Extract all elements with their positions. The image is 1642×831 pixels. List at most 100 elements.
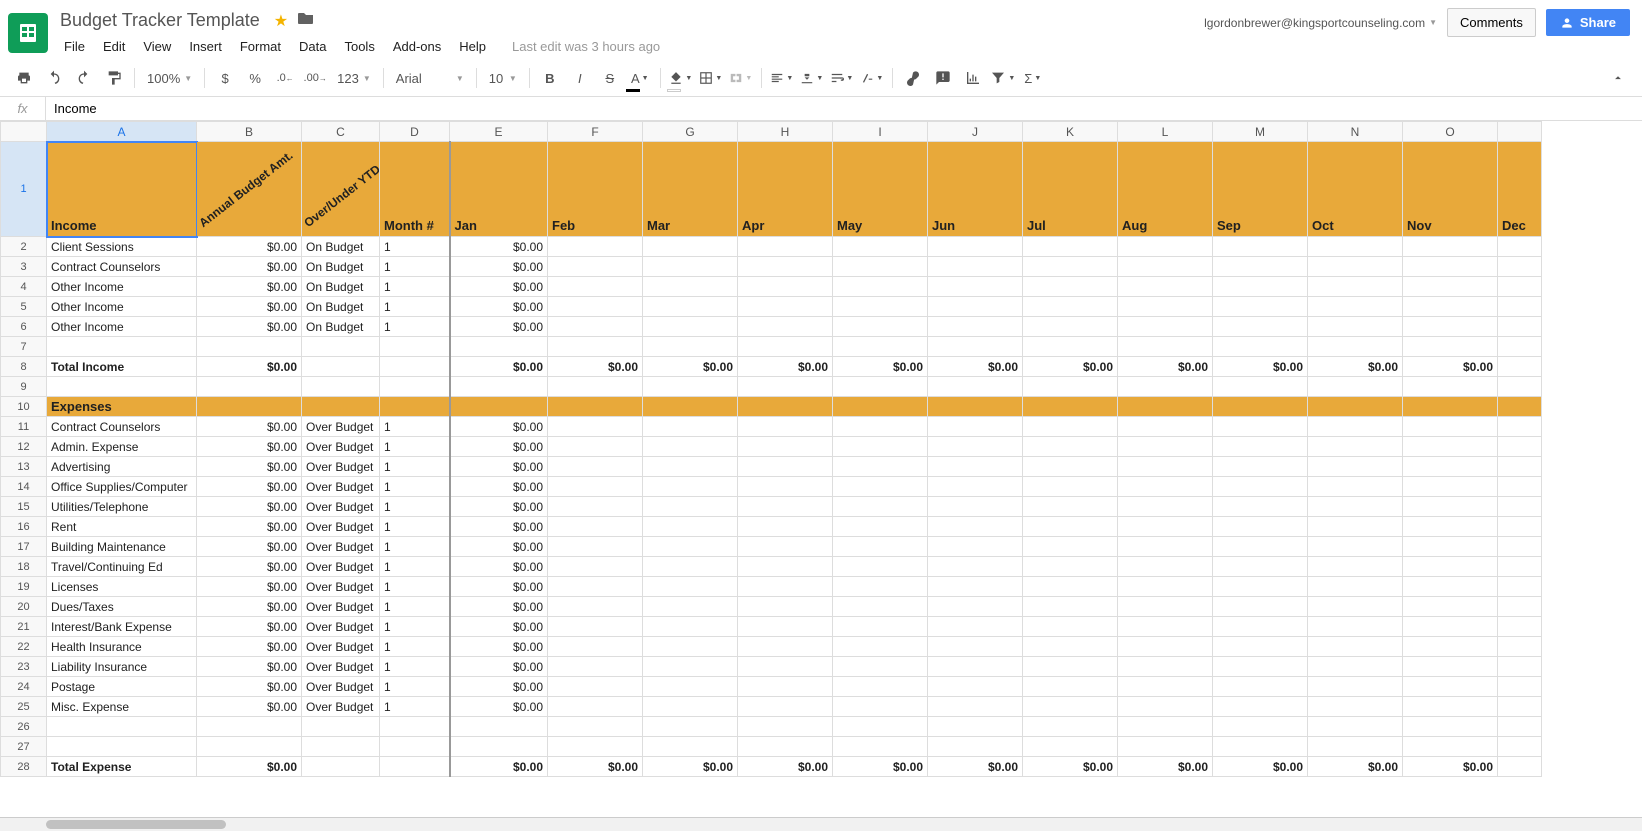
cell-B19[interactable]: $0.00 bbox=[197, 577, 302, 597]
cell-A13[interactable]: Advertising bbox=[47, 457, 197, 477]
cell-F23[interactable] bbox=[548, 657, 643, 677]
cell-J13[interactable] bbox=[928, 457, 1023, 477]
cell-I26[interactable] bbox=[833, 717, 928, 737]
cell-B4[interactable]: $0.00 bbox=[197, 277, 302, 297]
cell-H26[interactable] bbox=[738, 717, 833, 737]
cell-I24[interactable] bbox=[833, 677, 928, 697]
col-header-A[interactable]: A bbox=[47, 122, 197, 142]
cell-M1[interactable]: Sep bbox=[1213, 142, 1308, 237]
cell-I8[interactable]: $0.00 bbox=[833, 357, 928, 377]
cell-K17[interactable] bbox=[1023, 537, 1118, 557]
cell-K11[interactable] bbox=[1023, 417, 1118, 437]
cell-L9[interactable] bbox=[1118, 377, 1213, 397]
cell-N8[interactable]: $0.00 bbox=[1308, 357, 1403, 377]
cell-C5[interactable]: On Budget bbox=[302, 297, 380, 317]
cell-G9[interactable] bbox=[643, 377, 738, 397]
col-header-D[interactable]: D bbox=[380, 122, 450, 142]
cell-A4[interactable]: Other Income bbox=[47, 277, 197, 297]
cell-B6[interactable]: $0.00 bbox=[197, 317, 302, 337]
cell-C15[interactable]: Over Budget bbox=[302, 497, 380, 517]
cell-F2[interactable] bbox=[548, 237, 643, 257]
row-header-28[interactable]: 28 bbox=[1, 757, 47, 777]
cell-C7[interactable] bbox=[302, 337, 380, 357]
cell-M20[interactable] bbox=[1213, 597, 1308, 617]
cell-B17[interactable]: $0.00 bbox=[197, 537, 302, 557]
cell-O21[interactable] bbox=[1403, 617, 1498, 637]
cell-C22[interactable]: Over Budget bbox=[302, 637, 380, 657]
cell-C9[interactable] bbox=[302, 377, 380, 397]
cell-J27[interactable] bbox=[928, 737, 1023, 757]
cell-N11[interactable] bbox=[1308, 417, 1403, 437]
cell-I19[interactable] bbox=[833, 577, 928, 597]
cell-D15[interactable]: 1 bbox=[380, 497, 450, 517]
cell-D1[interactable]: Month # bbox=[380, 142, 450, 237]
cell-N17[interactable] bbox=[1308, 537, 1403, 557]
wrap-button[interactable]: ▼ bbox=[828, 64, 856, 92]
formula-input[interactable] bbox=[46, 97, 1642, 120]
zoom-dropdown[interactable]: 100%▼ bbox=[141, 64, 198, 92]
cell-G21[interactable] bbox=[643, 617, 738, 637]
cell-M22[interactable] bbox=[1213, 637, 1308, 657]
cell-A10[interactable]: Expenses bbox=[47, 397, 197, 417]
cell-H9[interactable] bbox=[738, 377, 833, 397]
cell-I15[interactable] bbox=[833, 497, 928, 517]
cell-F26[interactable] bbox=[548, 717, 643, 737]
cell-I16[interactable] bbox=[833, 517, 928, 537]
cell-I2[interactable] bbox=[833, 237, 928, 257]
cell-O4[interactable] bbox=[1403, 277, 1498, 297]
cell-F28[interactable]: $0.00 bbox=[548, 757, 643, 777]
collapse-toolbar-icon[interactable] bbox=[1604, 64, 1632, 92]
cell-K1[interactable]: Jul bbox=[1023, 142, 1118, 237]
cell-P4[interactable] bbox=[1498, 277, 1542, 297]
cell-L2[interactable] bbox=[1118, 237, 1213, 257]
cell-E5[interactable]: $0.00 bbox=[450, 297, 548, 317]
cell-B3[interactable]: $0.00 bbox=[197, 257, 302, 277]
cell-H6[interactable] bbox=[738, 317, 833, 337]
cell-J11[interactable] bbox=[928, 417, 1023, 437]
row-header-24[interactable]: 24 bbox=[1, 677, 47, 697]
text-color-button[interactable]: A▼ bbox=[626, 64, 654, 92]
cell-P12[interactable] bbox=[1498, 437, 1542, 457]
cell-E23[interactable]: $0.00 bbox=[450, 657, 548, 677]
cell-M6[interactable] bbox=[1213, 317, 1308, 337]
cell-G10[interactable] bbox=[643, 397, 738, 417]
cell-P15[interactable] bbox=[1498, 497, 1542, 517]
cell-L3[interactable] bbox=[1118, 257, 1213, 277]
cell-A23[interactable]: Liability Insurance bbox=[47, 657, 197, 677]
row-header-3[interactable]: 3 bbox=[1, 257, 47, 277]
cell-K2[interactable] bbox=[1023, 237, 1118, 257]
cell-H20[interactable] bbox=[738, 597, 833, 617]
cell-H11[interactable] bbox=[738, 417, 833, 437]
cell-C20[interactable]: Over Budget bbox=[302, 597, 380, 617]
cell-I9[interactable] bbox=[833, 377, 928, 397]
cell-D4[interactable]: 1 bbox=[380, 277, 450, 297]
cell-E27[interactable] bbox=[450, 737, 548, 757]
chart-icon[interactable] bbox=[959, 64, 987, 92]
row-header-14[interactable]: 14 bbox=[1, 477, 47, 497]
cell-M14[interactable] bbox=[1213, 477, 1308, 497]
cell-N2[interactable] bbox=[1308, 237, 1403, 257]
cell-L26[interactable] bbox=[1118, 717, 1213, 737]
cell-L21[interactable] bbox=[1118, 617, 1213, 637]
cell-A1[interactable]: Income bbox=[47, 142, 197, 237]
cell-G12[interactable] bbox=[643, 437, 738, 457]
cell-H23[interactable] bbox=[738, 657, 833, 677]
cell-F22[interactable] bbox=[548, 637, 643, 657]
cell-H24[interactable] bbox=[738, 677, 833, 697]
cell-D27[interactable] bbox=[380, 737, 450, 757]
cell-L15[interactable] bbox=[1118, 497, 1213, 517]
cell-C18[interactable]: Over Budget bbox=[302, 557, 380, 577]
cell-D22[interactable]: 1 bbox=[380, 637, 450, 657]
cell-C27[interactable] bbox=[302, 737, 380, 757]
cell-B15[interactable]: $0.00 bbox=[197, 497, 302, 517]
cell-P20[interactable] bbox=[1498, 597, 1542, 617]
cell-O7[interactable] bbox=[1403, 337, 1498, 357]
cell-E14[interactable]: $0.00 bbox=[450, 477, 548, 497]
cell-C16[interactable]: Over Budget bbox=[302, 517, 380, 537]
cell-K4[interactable] bbox=[1023, 277, 1118, 297]
cell-G26[interactable] bbox=[643, 717, 738, 737]
cell-N27[interactable] bbox=[1308, 737, 1403, 757]
cell-A21[interactable]: Interest/Bank Expense bbox=[47, 617, 197, 637]
cell-H16[interactable] bbox=[738, 517, 833, 537]
cell-N15[interactable] bbox=[1308, 497, 1403, 517]
